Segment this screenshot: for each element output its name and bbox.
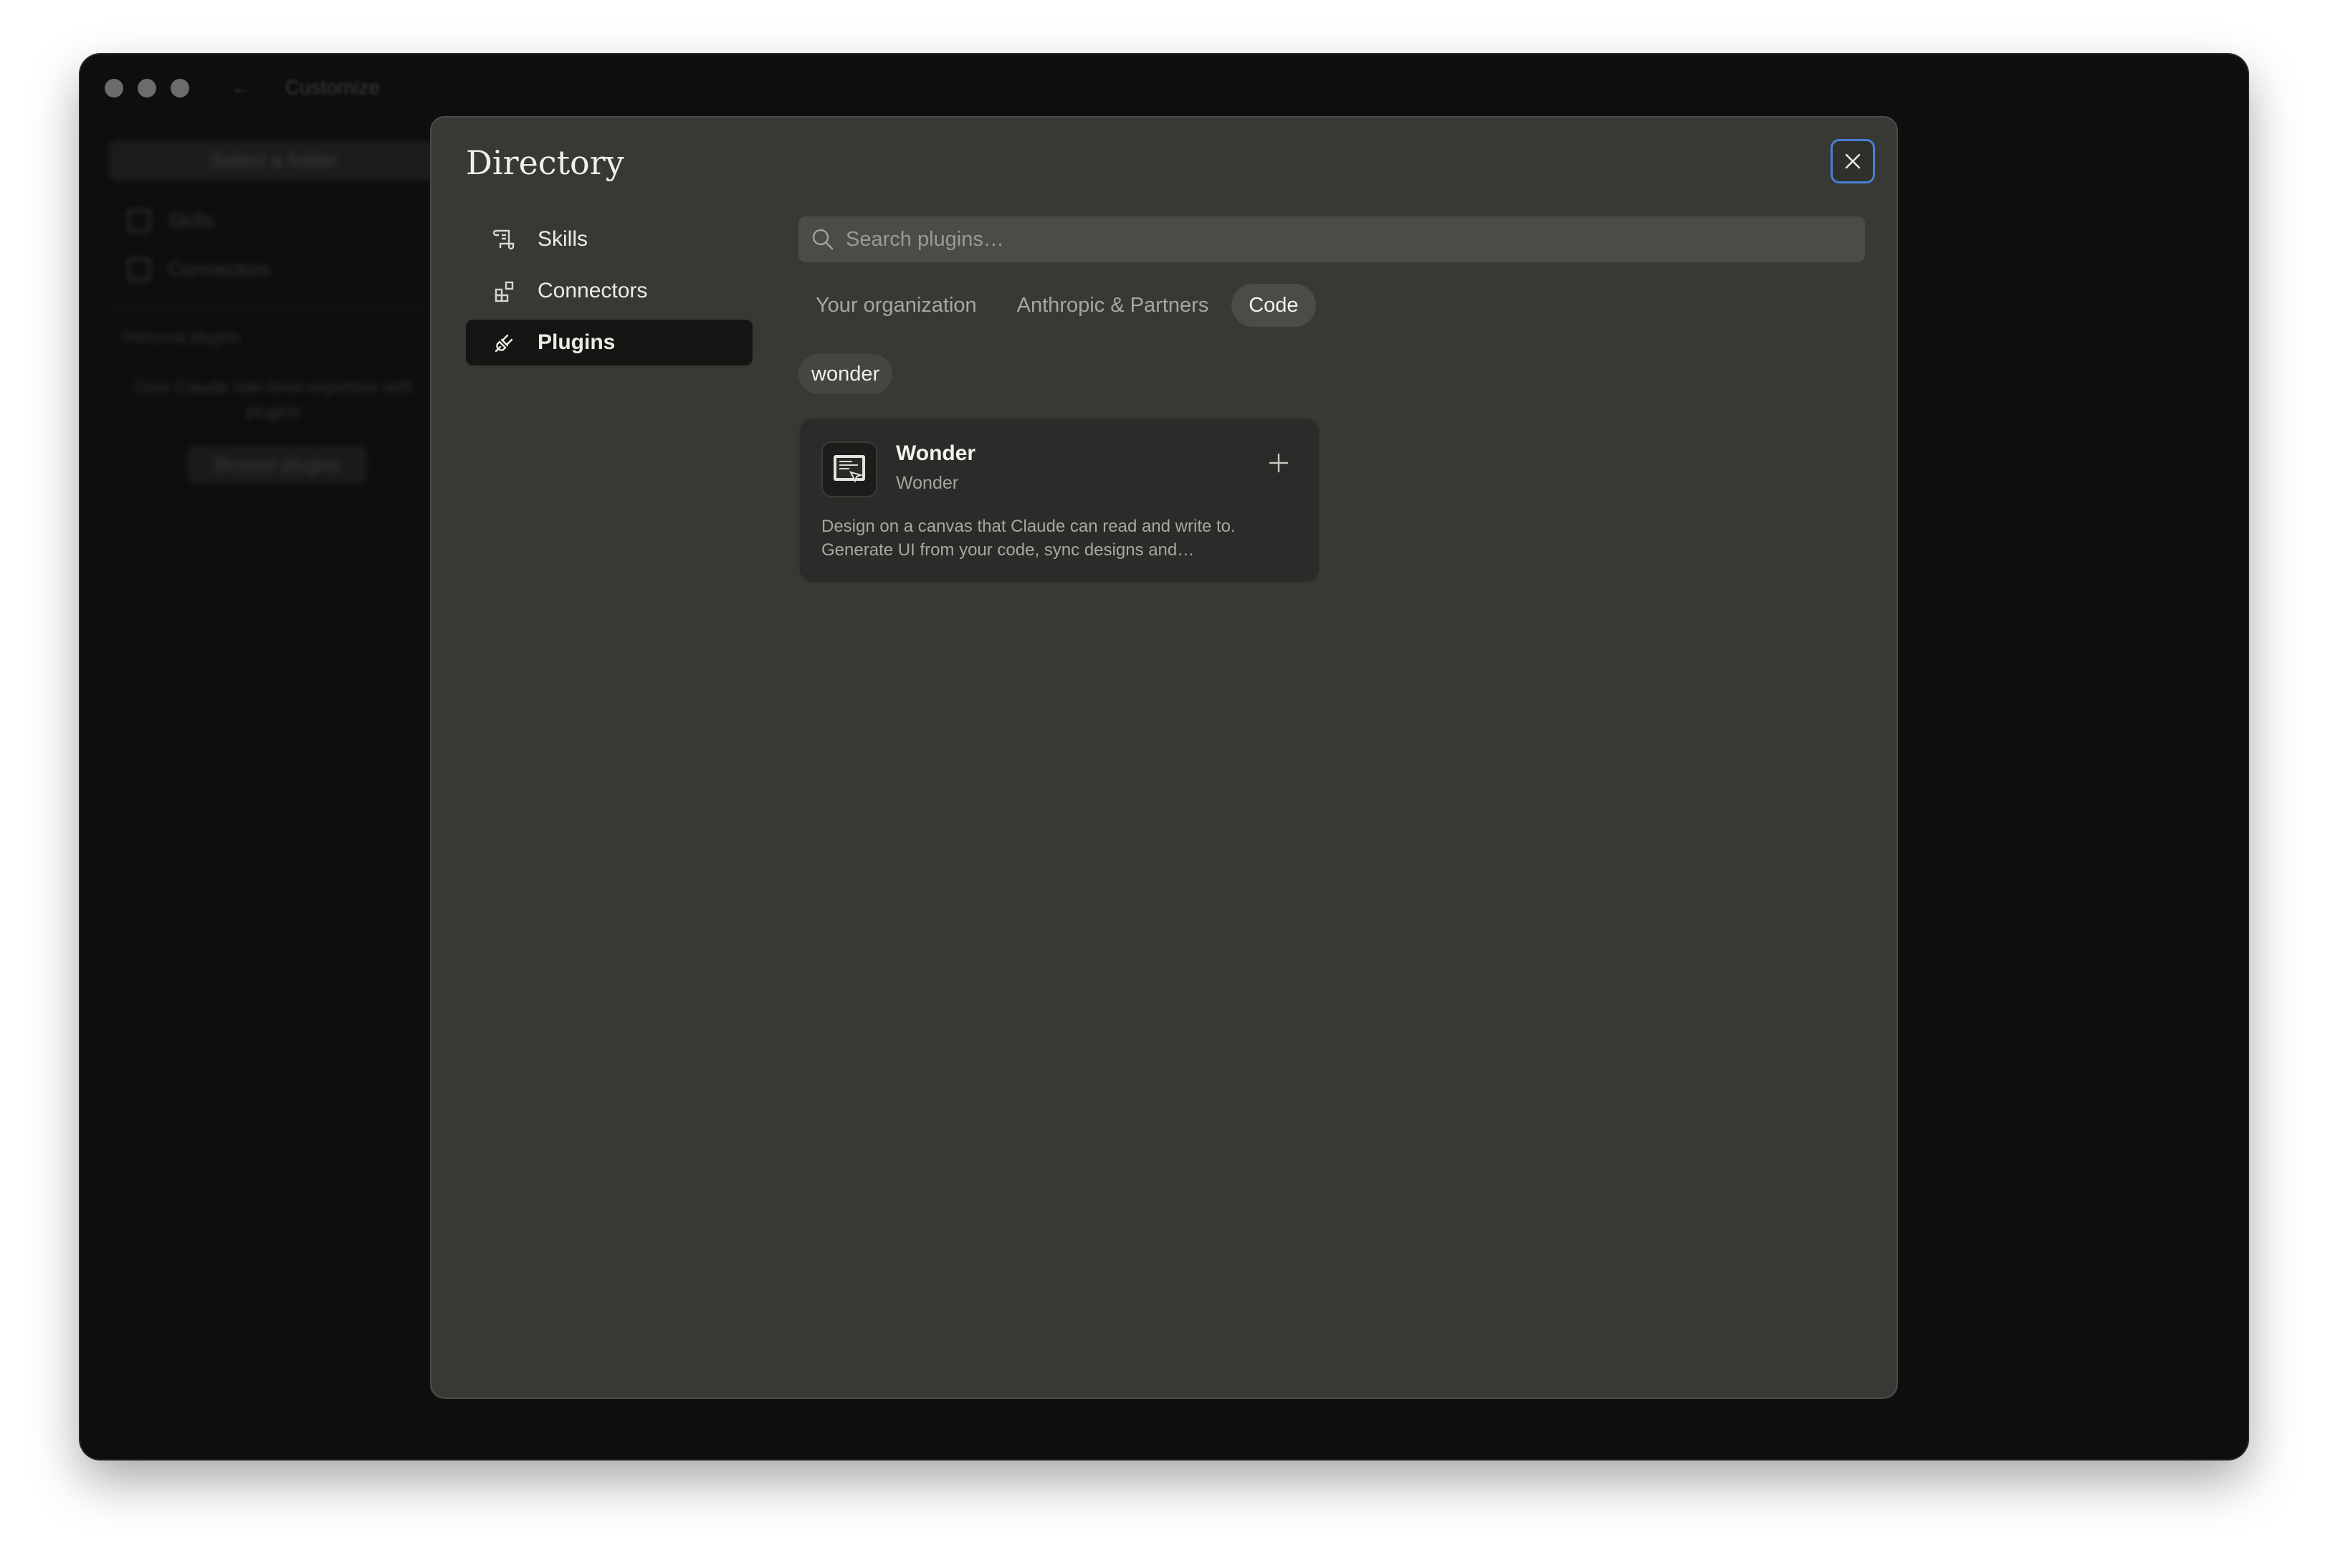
select-folder-button: Select a folder	[109, 140, 439, 181]
nav-label-connectors: Connectors	[538, 279, 648, 302]
modal-title: Directory	[466, 143, 624, 182]
window-title-bar: ← Customize	[231, 76, 380, 99]
nav-item-connectors[interactable]: Connectors	[466, 268, 753, 314]
plugin-name: Wonder	[896, 441, 976, 465]
plus-icon	[1269, 453, 1289, 473]
skills-icon	[128, 209, 151, 232]
background-sidebar: Select a folder Skills Connectors Person…	[95, 140, 439, 483]
plugin-card[interactable]: Wonder Wonder Design on a canvas that Cl…	[798, 417, 1320, 583]
search-input[interactable]	[846, 227, 1835, 252]
tab-your-organization[interactable]: Your organization	[798, 284, 994, 327]
bg-sidebar-item-connectors: Connectors	[128, 258, 439, 281]
close-icon	[1845, 153, 1861, 169]
nav-item-plugins[interactable]: Plugins	[466, 320, 753, 365]
back-arrow-icon[interactable]: ←	[231, 76, 251, 98]
skills-icon	[492, 229, 515, 250]
nav-label-plugins: Plugins	[538, 330, 616, 354]
window-controls	[105, 79, 189, 97]
minimize-window-button[interactable]	[138, 79, 156, 97]
wonder-logo-icon	[821, 441, 877, 497]
tab-anthropic-partners[interactable]: Anthropic & Partners	[1000, 284, 1226, 327]
connectors-icon	[495, 281, 514, 302]
window-title: Customize	[285, 76, 381, 98]
bg-sidebar-item-skills: Skills	[128, 209, 439, 232]
tab-code[interactable]: Code	[1231, 284, 1316, 327]
nav-label-skills: Skills	[538, 227, 588, 251]
category-tabs: Your organization Anthropic & Partners C…	[798, 284, 1316, 327]
search-icon	[812, 229, 834, 250]
plugins-hint: Give Claude role-level expertise with pl…	[134, 378, 414, 421]
search-bar	[798, 216, 1865, 262]
filter-chip[interactable]: wonder	[798, 354, 893, 394]
directory-modal: Directory Skills Connectors Plugins Sear…	[430, 116, 1898, 1399]
plugin-publisher: Wonder	[896, 473, 959, 493]
close-window-button[interactable]	[105, 79, 123, 97]
directory-nav: Skills Connectors Plugins	[466, 216, 753, 371]
browse-plugins-button: Browse plugins	[188, 446, 367, 483]
maximize-window-button[interactable]	[171, 79, 189, 97]
divider	[109, 307, 439, 308]
plugin-description: Design on a canvas that Claude can read …	[821, 517, 1236, 560]
personal-plugins-label: Personal plugins	[123, 328, 240, 346]
connectors-icon	[128, 258, 151, 281]
plug-icon	[495, 334, 513, 353]
add-plugin-button[interactable]	[1263, 447, 1294, 479]
close-button[interactable]	[1831, 139, 1875, 183]
nav-item-skills[interactable]: Skills	[466, 216, 753, 262]
